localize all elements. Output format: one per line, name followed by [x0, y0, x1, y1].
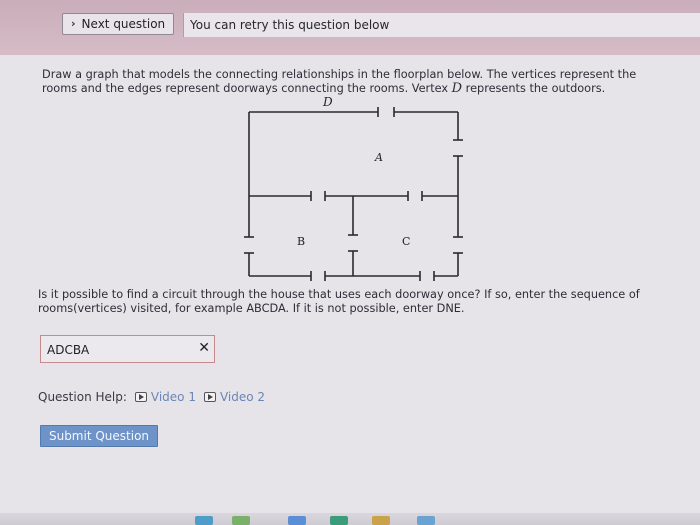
chevron-right-icon: ›	[71, 17, 76, 30]
video-1-label: Video 1	[150, 390, 196, 404]
next-question-button[interactable]: › Next question	[62, 13, 175, 35]
question-prompt: Draw a graph that models the connecting …	[42, 68, 654, 96]
taskbar-app-icon[interactable]	[232, 516, 250, 525]
taskbar-app-icon[interactable]	[417, 516, 435, 525]
circuit-question: Is it possible to find a circuit through…	[38, 288, 640, 315]
taskbar-app-icon[interactable]	[288, 516, 306, 525]
next-question-label: Next question	[81, 17, 166, 31]
incorrect-icon: ✕	[198, 340, 210, 356]
retry-message: You can retry this question below	[183, 13, 700, 37]
floorplan-label-d: D	[322, 95, 333, 109]
answer-input[interactable]	[41, 336, 199, 364]
taskbar-app-icon[interactable]	[195, 516, 213, 525]
taskbar-app-icon[interactable]	[372, 516, 390, 525]
top-bar: › Next question You can retry this quest…	[0, 0, 700, 55]
taskbar-app-icon[interactable]	[330, 516, 348, 525]
video-icon	[203, 392, 216, 402]
video-icon	[134, 392, 147, 402]
question-help: Question Help: Video 1 Video 2	[38, 390, 265, 404]
floorplan-diagram: D A B C	[244, 95, 463, 281]
question-panel: Draw a graph that models the connecting …	[0, 55, 700, 525]
floorplan-label-c: C	[402, 235, 410, 248]
answer-field-box: ✕	[40, 335, 215, 364]
prompt-text-end: represents the outdoors.	[462, 82, 606, 95]
question-help-label: Question Help:	[38, 390, 127, 404]
video-1-link[interactable]: Video 1	[134, 390, 196, 404]
taskbar	[0, 513, 700, 525]
submit-question-button[interactable]: Submit Question	[40, 425, 158, 447]
floorplan-label-a: A	[374, 151, 383, 164]
floorplan-label-b: B	[297, 235, 305, 248]
video-2-link[interactable]: Video 2	[203, 390, 266, 404]
video-2-label: Video 2	[219, 390, 266, 404]
prompt-vertex-d: D	[451, 81, 463, 96]
